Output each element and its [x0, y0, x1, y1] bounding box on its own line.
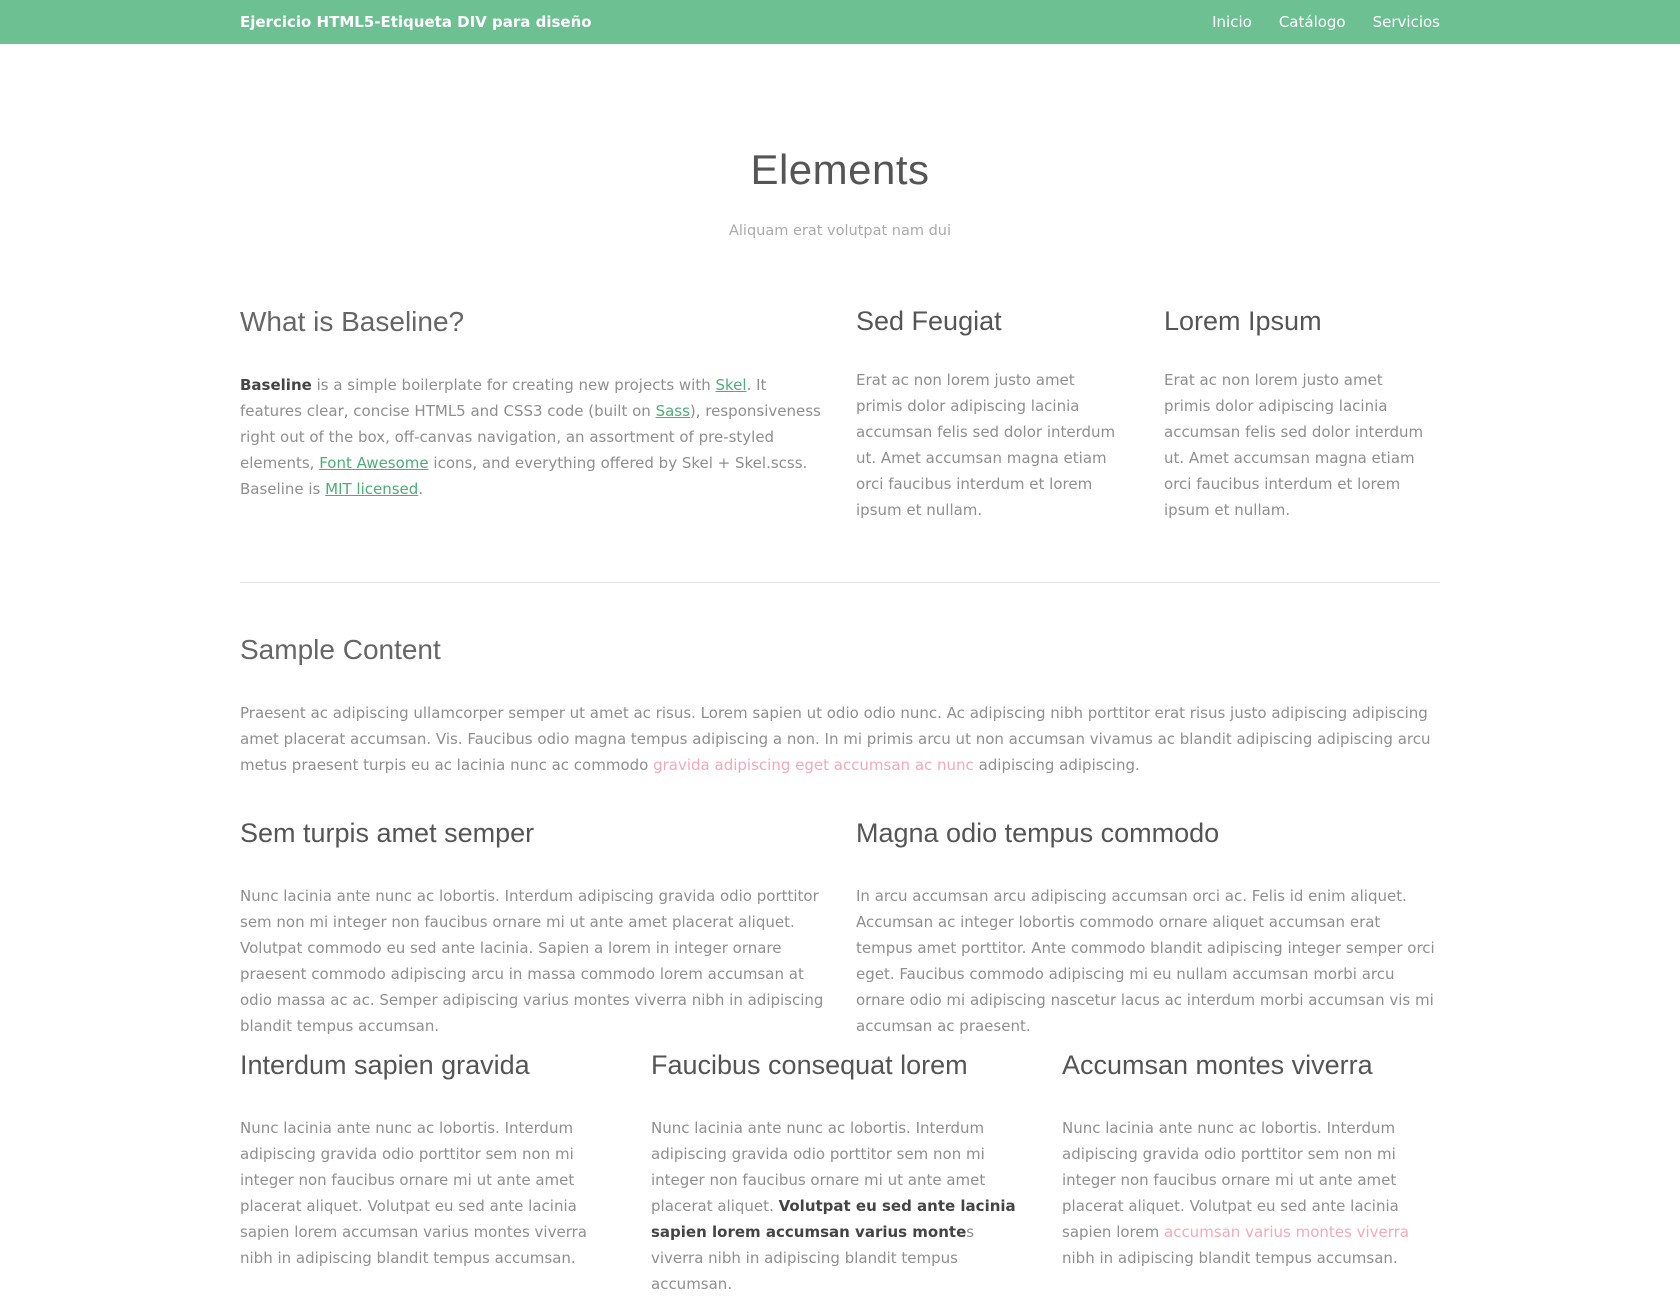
- faucibus-heading: Faucibus consequat lorem: [651, 1050, 968, 1080]
- main-nav: Inicio Catálogo Servicios: [1212, 0, 1440, 44]
- interdum-heading: Interdum sapien gravida: [240, 1050, 530, 1080]
- sed-feugiat-heading: Sed Feugiat: [856, 306, 1002, 336]
- sample-content-heading: Sample Content: [240, 634, 441, 665]
- lorem-ipsum-section: Lorem Ipsum Erat ac non lorem justo amet…: [1164, 306, 1432, 523]
- lorem-ipsum-paragraph: Erat ac non lorem justo amet primis dolo…: [1164, 371, 1424, 519]
- baseline-text-1: is a simple boilerplate for creating new…: [311, 376, 716, 394]
- nav-item-inicio[interactable]: Inicio: [1212, 13, 1252, 31]
- baseline-text-5: .: [418, 480, 424, 498]
- sample-text-2: adipiscing adipiscing.: [973, 756, 1140, 774]
- sed-feugiat-section: Sed Feugiat Erat ac non lorem justo amet…: [856, 306, 1124, 523]
- interdum-paragraph: Nunc lacinia ante nunc ac lobortis. Inte…: [240, 1119, 587, 1267]
- magna-odio-section: Magna odio tempus commodo In arcu accums…: [856, 818, 1440, 1039]
- nav-item-servicios[interactable]: Servicios: [1373, 13, 1440, 31]
- sample-content-paragraph: Praesent ac adipiscing ullamcorper sempe…: [240, 700, 1440, 778]
- sem-turpis-section: Sem turpis amet semper Nunc lacinia ante…: [240, 818, 824, 1039]
- site-header: Ejercicio HTML5-Etiqueta DIV para diseño…: [0, 0, 1680, 44]
- sed-feugiat-paragraph: Erat ac non lorem justo amet primis dolo…: [856, 371, 1116, 519]
- page-subtitle: Aliquam erat volutpat nam dui: [728, 223, 952, 239]
- sass-link[interactable]: Sass: [656, 402, 690, 420]
- nav-item-catalogo[interactable]: Catálogo: [1279, 13, 1346, 31]
- sem-turpis-heading: Sem turpis amet semper: [240, 818, 535, 848]
- accumsan-text-2: nibh in adipiscing blandit tempus accums…: [1062, 1249, 1398, 1267]
- faucibus-paragraph: Nunc lacinia ante nunc ac lobortis. Inte…: [651, 1115, 1029, 1297]
- baseline-section: What is Baseline? Baseline is a simple b…: [240, 306, 825, 502]
- faucibus-section: Faucibus consequat lorem Nunc lacinia an…: [651, 1050, 1029, 1297]
- baseline-strong: Baseline: [240, 376, 312, 394]
- page-title: Elements: [750, 146, 930, 193]
- font-awesome-link[interactable]: Font Awesome: [319, 454, 428, 472]
- accumsan-paragraph: Nunc lacinia ante nunc ac lobortis. Inte…: [1062, 1115, 1440, 1271]
- section-divider: [240, 582, 1440, 583]
- site-brand[interactable]: Ejercicio HTML5-Etiqueta DIV para diseño: [240, 0, 592, 44]
- accumsan-highlight: accumsan varius montes viverra: [1164, 1223, 1409, 1241]
- baseline-paragraph: Baseline is a simple boilerplate for cre…: [240, 372, 825, 502]
- accumsan-section: Accumsan montes viverra Nunc lacinia ant…: [1062, 1050, 1440, 1271]
- skel-link[interactable]: Skel: [716, 376, 747, 394]
- lorem-ipsum-heading: Lorem Ipsum: [1164, 306, 1322, 336]
- magna-odio-paragraph: In arcu accumsan arcu adipiscing accumsa…: [856, 887, 1435, 1035]
- accumsan-heading: Accumsan montes viverra: [1062, 1050, 1373, 1080]
- sample-content-section: Sample Content Praesent ac adipiscing ul…: [240, 634, 1440, 778]
- mit-license-link[interactable]: MIT licensed: [325, 480, 418, 498]
- baseline-heading: What is Baseline?: [240, 306, 465, 337]
- magna-odio-heading: Magna odio tempus commodo: [856, 818, 1220, 848]
- interdum-section: Interdum sapien gravida Nunc lacinia ant…: [240, 1050, 618, 1271]
- sample-highlight: gravida adipiscing eget accumsan ac nunc: [653, 756, 974, 774]
- sem-turpis-paragraph: Nunc lacinia ante nunc ac lobortis. Inte…: [240, 887, 824, 1035]
